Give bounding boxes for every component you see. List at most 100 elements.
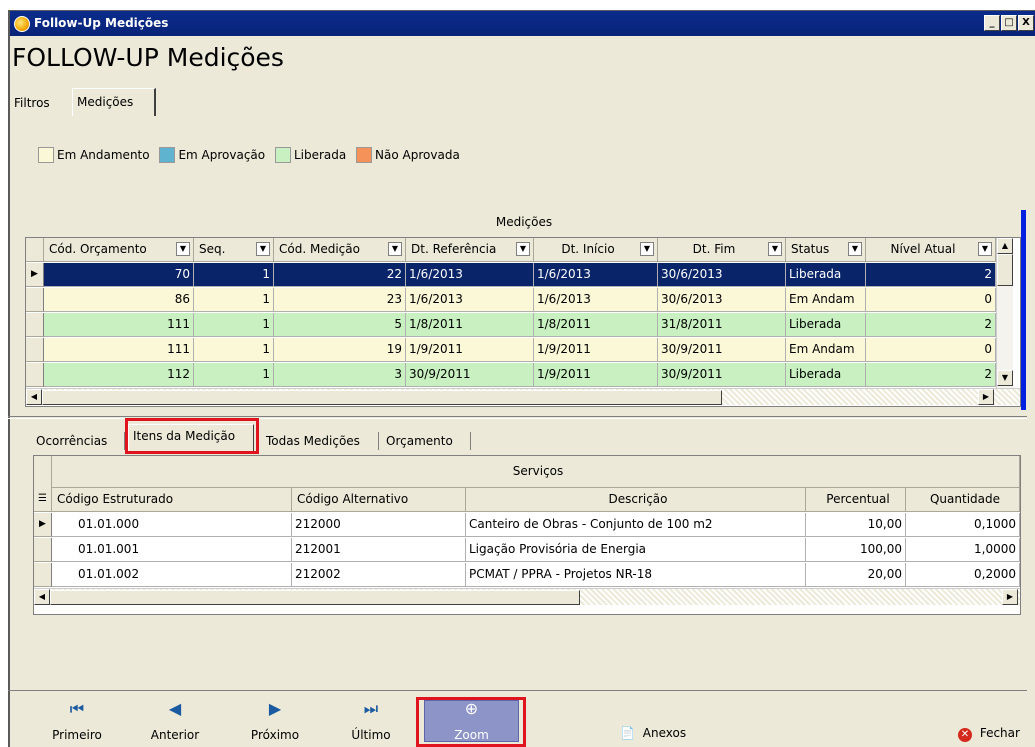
scroll-thumb[interactable] — [997, 254, 1013, 286]
column-header[interactable]: Seq. ▼ — [194, 238, 274, 262]
cell-nivel[interactable]: 2 — [866, 313, 996, 337]
cell-seq[interactable]: 1 — [194, 363, 274, 387]
column-header[interactable]: Código Alternativo — [292, 488, 466, 512]
cell-cod-orcamento[interactable]: 70 — [44, 263, 194, 287]
cell-percentual[interactable]: 10,00 — [806, 513, 906, 537]
cell-dt-inicio[interactable]: 1/6/2013 — [534, 263, 658, 287]
cell-codigo-estruturado[interactable]: 01.01.000 — [52, 513, 292, 537]
row-header[interactable] — [26, 363, 44, 387]
cell-status[interactable]: Liberada — [786, 263, 866, 287]
cell-codigo-estruturado[interactable]: 01.01.001 — [52, 538, 292, 562]
cell-cod-orcamento[interactable]: 86 — [44, 288, 194, 312]
cell-status[interactable]: Liberada — [786, 313, 866, 337]
scroll-left-icon[interactable]: ◀ — [26, 389, 42, 405]
close-button[interactable]: ✕ Fechar — [958, 726, 1035, 742]
scroll-thumb[interactable] — [42, 390, 722, 405]
cell-dt-referencia[interactable]: 1/6/2013 — [406, 288, 534, 312]
filter-dropdown-icon[interactable]: ▼ — [848, 242, 862, 256]
table-row[interactable]: ▶ 70 1 22 1/6/2013 1/6/2013 30/6/2013 Liberada 2 — [26, 263, 1022, 287]
cell-cod-medicao[interactable]: 22 — [274, 263, 406, 287]
splitter-bar[interactable] — [1021, 210, 1026, 410]
cell-dt-fim[interactable]: 30/6/2013 — [658, 263, 786, 287]
table-row[interactable]: 112 1 3 30/9/2011 1/9/2011 30/9/2011 Liberada 2 — [26, 363, 1022, 387]
cell-codigo-alternativo[interactable]: 212002 — [292, 563, 466, 587]
cell-quantidade[interactable]: 0,1000 — [906, 513, 1020, 537]
table-row[interactable]: ▶ 01.01.000 212000 Canteiro de Obras - Conj… — [34, 513, 1030, 537]
column-header[interactable]: Código Estruturado — [52, 488, 292, 512]
cell-seq[interactable]: 1 — [194, 288, 274, 312]
filter-dropdown-icon[interactable]: ▼ — [256, 242, 270, 256]
table-row[interactable]: 111 1 19 1/9/2011 1/9/2011 30/9/2011 Em Andam 0 — [26, 338, 1022, 362]
tab-filtros[interactable]: Filtros — [10, 94, 54, 114]
row-header[interactable] — [26, 288, 44, 312]
cell-seq[interactable]: 1 — [194, 313, 274, 337]
cell-dt-fim[interactable]: 31/8/2011 — [658, 313, 786, 337]
column-header[interactable]: Descrição — [466, 488, 806, 512]
cell-codigo-estruturado[interactable]: 01.01.002 — [52, 563, 292, 587]
column-header[interactable]: Cód. Orçamento ▼ — [44, 238, 194, 262]
cell-seq[interactable]: 1 — [194, 263, 274, 287]
scroll-thumb[interactable] — [50, 590, 580, 605]
row-indicator-icon[interactable]: ▶ — [34, 513, 52, 537]
filter-dropdown-icon[interactable]: ▼ — [516, 242, 530, 256]
cell-nivel[interactable]: 0 — [866, 338, 996, 362]
cell-quantidade[interactable]: 0,2000 — [906, 563, 1020, 587]
cell-cod-medicao[interactable]: 19 — [274, 338, 406, 362]
cell-descricao[interactable]: Ligação Provisória de Energia — [466, 538, 806, 562]
last-button[interactable]: ⏭ Último — [336, 700, 406, 743]
table-row[interactable]: 01.01.001 212001 Ligação Provisória de Ene… — [34, 538, 1030, 562]
cell-nivel[interactable]: 0 — [866, 288, 996, 312]
horizontal-scrollbar[interactable]: ◀ ▶ — [34, 588, 1020, 605]
cell-dt-referencia[interactable]: 30/9/2011 — [406, 363, 534, 387]
cell-dt-referencia[interactable]: 1/9/2011 — [406, 338, 534, 362]
column-header[interactable]: Dt. Fim ▼ — [658, 238, 786, 262]
cell-cod-orcamento[interactable]: 111 — [44, 338, 194, 362]
cell-codigo-alternativo[interactable]: 212001 — [292, 538, 466, 562]
filter-dropdown-icon[interactable]: ▼ — [768, 242, 782, 256]
cell-cod-orcamento[interactable]: 112 — [44, 363, 194, 387]
attachments-button[interactable]: 📄 Anexos — [620, 726, 710, 740]
cell-dt-inicio[interactable]: 1/8/2011 — [534, 313, 658, 337]
column-chooser-icon[interactable]: ☰ — [34, 488, 52, 512]
cell-dt-inicio[interactable]: 1/9/2011 — [534, 338, 658, 362]
cell-nivel[interactable]: 2 — [866, 263, 996, 287]
filter-dropdown-icon[interactable]: ▼ — [388, 242, 402, 256]
cell-quantidade[interactable]: 1,0000 — [906, 538, 1020, 562]
cell-status[interactable]: Em Andam — [786, 288, 866, 312]
tab-medicoes[interactable]: Medições — [72, 88, 156, 116]
scroll-up-icon[interactable]: ▲ — [997, 238, 1013, 254]
column-header[interactable]: Quantidade — [906, 488, 1020, 512]
scroll-right-icon[interactable]: ▶ — [978, 389, 994, 405]
table-row[interactable]: 86 1 23 1/6/2013 1/6/2013 30/6/2013 Em Andam 0 — [26, 288, 1022, 312]
cell-dt-referencia[interactable]: 1/6/2013 — [406, 263, 534, 287]
column-header[interactable]: Percentual — [806, 488, 906, 512]
scroll-right-icon[interactable]: ▶ — [1002, 589, 1018, 605]
cell-nivel[interactable]: 2 — [866, 363, 996, 387]
cell-dt-inicio[interactable]: 1/6/2013 — [534, 288, 658, 312]
cell-percentual[interactable]: 20,00 — [806, 563, 906, 587]
cell-descricao[interactable]: Canteiro de Obras - Conjunto de 100 m2 — [466, 513, 806, 537]
column-header[interactable]: Status ▼ — [786, 238, 866, 262]
minimize-button[interactable]: _ — [984, 15, 1000, 31]
cell-dt-fim[interactable]: 30/9/2011 — [658, 363, 786, 387]
cell-cod-medicao[interactable]: 23 — [274, 288, 406, 312]
cell-dt-referencia[interactable]: 1/8/2011 — [406, 313, 534, 337]
cell-dt-fim[interactable]: 30/6/2013 — [658, 288, 786, 312]
cell-status[interactable]: Liberada — [786, 363, 866, 387]
cell-dt-inicio[interactable]: 1/9/2011 — [534, 363, 658, 387]
first-button[interactable]: ⏮ Primeiro — [42, 700, 112, 743]
column-header[interactable]: Dt. Referência ▼ — [406, 238, 534, 262]
cell-seq[interactable]: 1 — [194, 338, 274, 362]
cell-status[interactable]: Em Andam — [786, 338, 866, 362]
filter-dropdown-icon[interactable]: ▼ — [176, 242, 190, 256]
row-header[interactable] — [26, 338, 44, 362]
tab-orcamento[interactable]: Orçamento — [382, 432, 457, 452]
row-header[interactable] — [34, 538, 52, 562]
table-row[interactable]: 01.01.002 212002 PCMAT / PPRA - Projetos N… — [34, 563, 1030, 587]
horizontal-scrollbar[interactable]: ◀ ▶ — [26, 388, 1020, 405]
cell-cod-orcamento[interactable]: 111 — [44, 313, 194, 337]
previous-button[interactable]: ◀ Anterior — [140, 700, 210, 743]
cell-codigo-alternativo[interactable]: 212000 — [292, 513, 466, 537]
cell-percentual[interactable]: 100,00 — [806, 538, 906, 562]
close-window-button[interactable]: X — [1018, 15, 1034, 31]
